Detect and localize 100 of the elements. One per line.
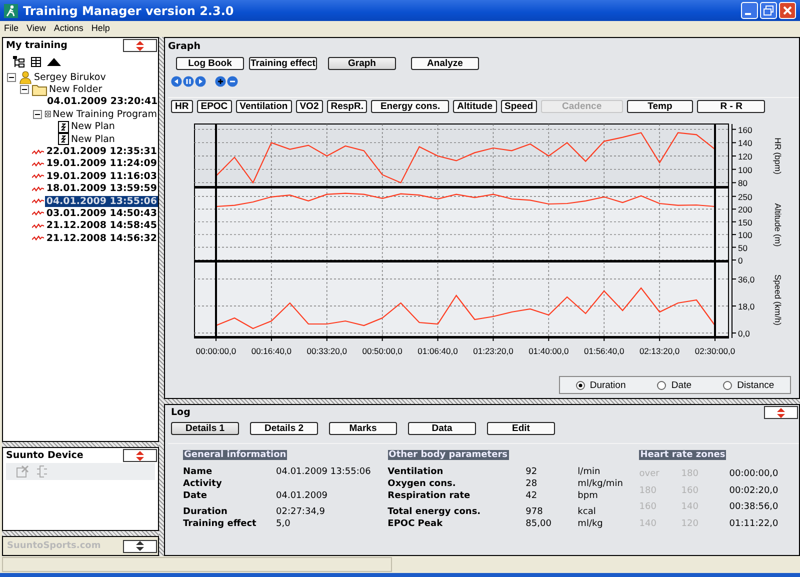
tree-item[interactable]: Sergey Birukov	[33, 72, 107, 83]
up-down-arrows-icon	[136, 541, 144, 551]
tick-label: 00:33:20,0	[306, 346, 347, 356]
tree-view-icon[interactable]	[13, 56, 25, 68]
channel-button[interactable]: EPOC	[196, 100, 232, 113]
axis-title: Altitude (m)	[773, 203, 783, 247]
channel-button[interactable]: Ventilation	[236, 100, 292, 113]
field-value: 04.01.2009	[276, 491, 328, 501]
tree-item[interactable]: New Training Program	[52, 108, 158, 120]
window-title: Training Manager version 2.3.0	[23, 4, 234, 18]
tree-item[interactable]: 04.01.2009 13:55:06	[45, 196, 158, 207]
radio-option[interactable]: Date	[657, 380, 692, 390]
view-tab[interactable]: Training effect	[249, 57, 317, 70]
zoom-in-icon[interactable]	[215, 76, 226, 87]
tree-item[interactable]: 22.01.2009 12:35:31	[45, 146, 158, 158]
radio-icon[interactable]	[576, 380, 585, 390]
tick-label: 02:30:00,0	[694, 346, 736, 356]
zone-lower-bound: 160	[681, 486, 700, 496]
tick-label: 140	[738, 138, 752, 148]
expand-button[interactable]	[123, 540, 157, 552]
field-label: Name	[183, 467, 214, 477]
view-tab[interactable]: Analyze	[411, 57, 479, 70]
close-button[interactable]	[779, 2, 796, 19]
field-label: Ventilation	[388, 467, 444, 477]
collapse-button[interactable]	[123, 39, 157, 52]
heart-rate-trace-icon	[32, 172, 44, 180]
tree-item[interactable]: 21.12.2008 14:58:45	[45, 220, 158, 232]
view-tab[interactable]: Graph	[328, 57, 396, 70]
tree-item[interactable]: 21.12.2008 14:56:32	[45, 232, 158, 244]
zone-time: 00:02:20,0	[729, 486, 778, 496]
start-cursor[interactable]	[215, 188, 217, 262]
view-tab[interactable]: Log Book	[176, 57, 244, 70]
tick-label: 01:40:00,0	[528, 346, 569, 356]
collapse-button[interactable]	[123, 449, 157, 462]
channel-button[interactable]: HR	[171, 100, 193, 113]
tree-item[interactable]: New Folder	[48, 84, 104, 96]
channel-button[interactable]: Altitude	[453, 100, 496, 113]
field-label: Date	[183, 491, 208, 501]
field-label: Duration	[183, 507, 228, 517]
log-tab[interactable]: Edit	[487, 422, 555, 435]
tick-label: 160	[738, 124, 752, 135]
zone-time: 00:00:00,0	[729, 469, 778, 480]
channel-button[interactable]: Speed	[500, 100, 538, 113]
channel-button[interactable]: VO2	[296, 100, 323, 113]
tree-item[interactable]: New Plan	[70, 121, 116, 132]
zone-time: 01:11:22,0	[729, 518, 778, 529]
log-tab[interactable]: Marks	[329, 422, 397, 435]
pause-icon[interactable]	[183, 76, 194, 87]
plan-document-icon	[58, 120, 69, 133]
table-view-icon[interactable]	[31, 56, 41, 66]
tick-label: 100	[738, 164, 752, 175]
tick-label: 01:56:40,0	[584, 346, 624, 356]
heart-rate-trace-icon	[32, 148, 44, 156]
menu-item[interactable]: Actions	[54, 23, 84, 33]
previous-icon[interactable]	[171, 76, 182, 87]
radio-option[interactable]: Duration	[576, 380, 626, 390]
next-icon[interactable]	[195, 76, 206, 87]
tree-item[interactable]: 04.01.2009 23:20:41	[46, 96, 159, 108]
collapse-toggle[interactable]	[20, 85, 29, 94]
panel-title: My training	[6, 40, 68, 51]
tick-label: 250	[738, 192, 752, 202]
section-heading: General information	[183, 450, 288, 460]
zone-upper-bound: 140	[639, 518, 658, 529]
start-cursor[interactable]	[215, 262, 217, 338]
log-tab[interactable]: Data	[408, 422, 476, 435]
tree-item[interactable]: 18.01.2009 13:59:59	[45, 183, 158, 194]
log-tab[interactable]: Details 1	[171, 422, 239, 435]
channel-button[interactable]: RespR.	[326, 100, 368, 113]
radio-icon[interactable]	[657, 380, 666, 390]
channel-button[interactable]: Temp	[626, 100, 694, 113]
menu-item[interactable]: View	[26, 23, 46, 33]
field-label: EPOC Peak	[388, 519, 444, 529]
radio-icon[interactable]	[723, 380, 732, 390]
zoom-out-icon[interactable]	[227, 76, 238, 87]
heart-rate-trace-icon	[32, 234, 44, 242]
channel-button[interactable]: Energy cons.	[371, 100, 450, 113]
maximize-button[interactable]	[760, 2, 777, 19]
tick-label: 00:00:00,0	[196, 346, 236, 356]
tree-item[interactable]: New Plan	[70, 134, 116, 145]
start-cursor[interactable]	[215, 124, 217, 188]
tree-item[interactable]: 19.01.2009 11:16:03	[45, 170, 158, 182]
log-tab[interactable]: Details 2	[250, 422, 318, 435]
triangle-up-icon[interactable]	[47, 58, 61, 66]
tick-label: 01:23:20,0	[473, 346, 514, 356]
heart-rate-trace-icon	[32, 222, 44, 230]
axis-title: Speed (km/h)	[773, 274, 783, 326]
tree-item[interactable]: 03.01.2009 14:50:43	[45, 208, 158, 219]
minimize-button[interactable]	[741, 2, 758, 19]
collapse-button[interactable]	[764, 406, 798, 419]
tick-label: 0	[738, 256, 743, 266]
menu-item[interactable]: File	[4, 23, 19, 33]
field-label: Oxygen cons.	[388, 479, 457, 489]
menu-item[interactable]: Help	[91, 23, 110, 33]
tree-item[interactable]: 19.01.2009 11:24:09	[45, 158, 158, 170]
collapse-toggle[interactable]	[7, 72, 16, 82]
radio-option[interactable]: Distance	[723, 380, 774, 390]
channel-button[interactable]: R - R	[697, 100, 766, 113]
collapse-toggle[interactable]	[33, 110, 42, 119]
field-label: Training effect	[183, 519, 258, 529]
field-value: 92	[526, 467, 538, 477]
